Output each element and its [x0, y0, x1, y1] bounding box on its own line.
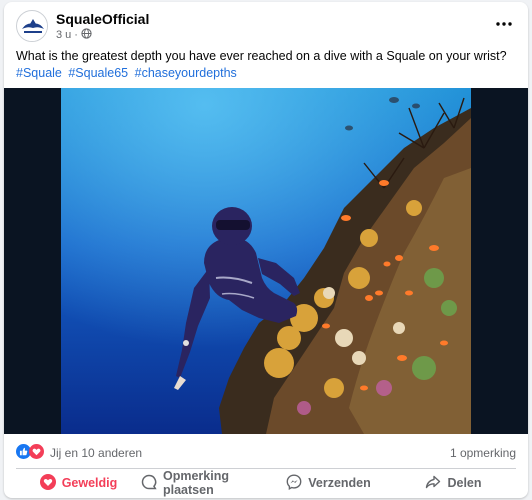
diver-coral-photo	[4, 88, 528, 434]
share-button[interactable]: Delen	[391, 470, 516, 496]
like-button[interactable]: Geweldig	[16, 470, 141, 496]
page-avatar[interactable]	[16, 10, 48, 42]
hashtag-link[interactable]: #Squale65	[68, 66, 128, 80]
reaction-count[interactable]: Jij en 10 anderen	[50, 446, 142, 460]
post-meta: 3 u ·	[56, 28, 92, 42]
hashtag-link[interactable]: #Squale	[16, 66, 62, 80]
share-button-label: Delen	[447, 476, 482, 490]
post-header: SqualeOfficial 3 u ·	[4, 2, 528, 44]
comment-button[interactable]: Opmerking plaatsen	[141, 469, 266, 497]
comment-icon	[141, 474, 157, 493]
actions-divider	[16, 468, 516, 469]
more-options-icon[interactable]	[490, 12, 518, 36]
messenger-icon	[286, 473, 302, 493]
post-message: What is the greatest depth you have ever…	[16, 48, 521, 82]
send-button[interactable]: Verzenden	[266, 470, 391, 496]
reaction-icons[interactable]	[16, 444, 44, 464]
page-name[interactable]: SqualeOfficial	[56, 11, 149, 27]
comment-count[interactable]: 1 opmerking	[450, 446, 516, 460]
post-actions: Geweldig Opmerking plaatsen Verzenden De…	[16, 469, 516, 497]
share-icon	[425, 474, 441, 493]
hashtag-list: #Squale #Squale65 #chaseyourdepths	[16, 65, 521, 82]
globe-icon	[81, 28, 92, 42]
like-button-label: Geweldig	[61, 476, 118, 490]
post-image[interactable]	[4, 88, 528, 434]
send-button-label: Verzenden	[308, 476, 371, 490]
meta-separator: ·	[74, 29, 78, 41]
post-card: SqualeOfficial 3 u · What is the greates…	[4, 2, 528, 498]
love-icon	[39, 473, 56, 493]
hashtag-link[interactable]: #chaseyourdepths	[135, 66, 237, 80]
post-time[interactable]: 3 u	[56, 29, 71, 41]
post-body-text: What is the greatest depth you have ever…	[16, 49, 507, 63]
comment-button-label: Opmerking plaatsen	[163, 469, 229, 497]
love-reaction-icon	[29, 444, 44, 464]
squale-logo	[18, 12, 47, 41]
reactions-summary: Jij en 10 anderen 1 opmerking	[4, 436, 528, 466]
